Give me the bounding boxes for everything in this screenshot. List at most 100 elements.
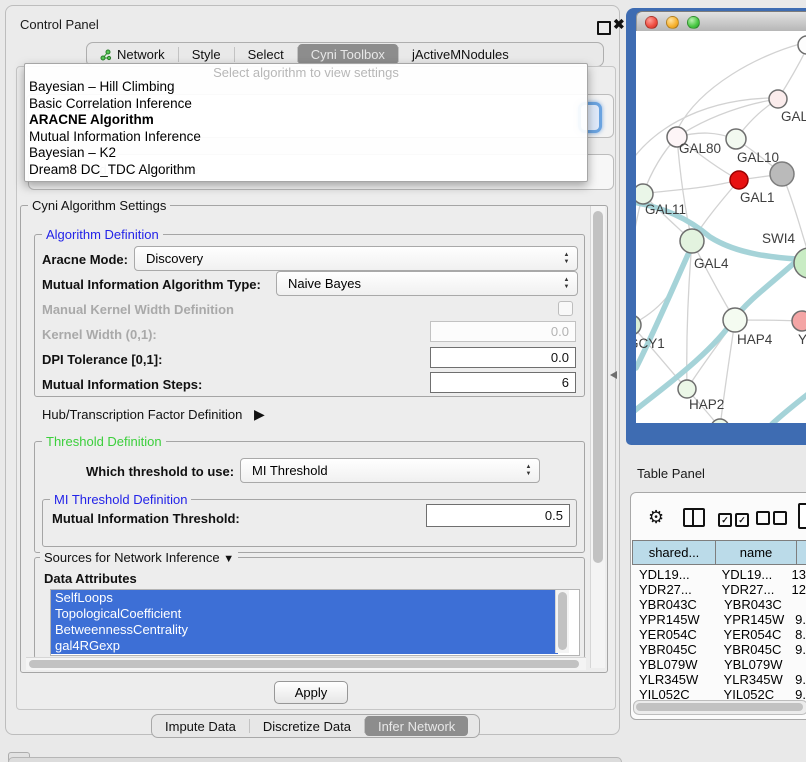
node-partial-top[interactable]	[798, 36, 806, 54]
dropdown-item[interactable]: Dream8 DC_TDC Algorithm	[25, 162, 587, 179]
select-all-columns-icon[interactable]: ✓✓	[718, 511, 752, 527]
node-hap2[interactable]	[678, 380, 696, 398]
sources-toggle[interactable]: Sources for Network Inference ▼	[40, 550, 238, 565]
mi-type-label: Mutual Information Algorithm Type:	[42, 277, 261, 292]
attribute-list-item[interactable]: BetweennessCentrality	[51, 622, 558, 638]
mi-steps-field[interactable]: 6	[430, 372, 576, 393]
table-settings-gear-icon[interactable]: ⚙	[648, 507, 664, 528]
bottom-tab-discretize-data[interactable]: Discretize Data	[250, 715, 364, 737]
spinner-arrows-icon: ▲▼	[558, 253, 577, 265]
mi-type-value: Naive Bayes	[277, 276, 558, 291]
spinner-arrows-icon: ▲▼	[520, 465, 539, 477]
attributes-vscrollbar[interactable]	[555, 590, 569, 653]
kernel-width-value: 0.0	[551, 324, 569, 339]
network-window-titlebar[interactable]	[636, 11, 806, 33]
table-hscrollbar-thumb[interactable]	[636, 703, 803, 711]
label-gcy1: GCY1	[636, 336, 665, 351]
mi-steps-value: 6	[562, 375, 569, 390]
settings-vscrollbar-thumb[interactable]	[593, 211, 603, 563]
tab-label: Style	[192, 47, 221, 62]
deselect-all-columns-icon[interactable]	[756, 511, 790, 528]
tab-label: Infer Network	[378, 719, 455, 734]
node-swi4[interactable]	[794, 248, 806, 278]
dpi-tolerance-field[interactable]: 0.0	[430, 347, 576, 368]
hub-definition-toggle[interactable]: Hub/Transcription Factor Definition ▶	[42, 406, 265, 423]
attribute-list-item[interactable]: TopologicalCoefficient	[51, 606, 558, 622]
table-body[interactable]: YDL19...YDL19...13YDR27...YDR27...12YBR0…	[632, 567, 806, 700]
dropdown-item[interactable]: Mutual Information Inference	[25, 129, 587, 146]
attribute-list-item[interactable]: SelfLoops	[51, 590, 558, 606]
table-cell: YBR045C	[632, 642, 716, 657]
dropdown-item[interactable]: Bayesian – Hill Climbing	[25, 79, 587, 96]
table-row[interactable]: YDR27...YDR27...12	[632, 582, 806, 597]
node-pink-right[interactable]	[792, 311, 806, 331]
table-row[interactable]: YBR045CYBR045C9.	[632, 642, 806, 657]
aracne-mode-label: Aracne Mode:	[42, 252, 128, 267]
node-gal1-red[interactable]	[730, 171, 748, 189]
table-cell: YBR045C	[716, 642, 792, 657]
bottom-tab-infer-network[interactable]: Infer Network	[365, 716, 468, 736]
mi-threshold-value: 0.5	[545, 508, 563, 523]
node-gray[interactable]	[770, 162, 794, 186]
tab-label: Select	[248, 47, 284, 62]
bottom-tab-bar: Impute Data Discretize Data Infer Network	[151, 714, 480, 738]
aracne-mode-select[interactable]: Discovery ▲▼	[134, 246, 578, 271]
split-columns-icon[interactable]	[683, 508, 705, 527]
kernel-width-field[interactable]: 0.0	[430, 321, 576, 342]
column-header-shared...[interactable]: shared...	[632, 540, 715, 565]
node-gal7[interactable]	[769, 90, 787, 108]
close-icon[interactable]: ✖	[613, 16, 625, 33]
data-attributes-list[interactable]: SelfLoopsTopologicalCoefficientBetweenne…	[50, 589, 580, 656]
mi-threshold-field[interactable]: 0.5	[426, 504, 570, 527]
new-table-icon[interactable]	[798, 503, 806, 529]
tab-cyni-toolbox[interactable]: Cyni Toolbox	[298, 44, 398, 65]
attribute-list-item[interactable]: gal4RGexp	[51, 638, 558, 654]
apply-button[interactable]: Apply	[274, 681, 348, 704]
network-nodes[interactable]	[636, 36, 806, 423]
node-gcy1[interactable]	[636, 315, 641, 335]
table-cell	[792, 657, 796, 672]
node-gal10[interactable]	[726, 129, 746, 149]
table-cell: YBR043C	[632, 597, 716, 612]
table-hscrollbar[interactable]	[633, 700, 806, 715]
minimize-traffic-light-icon[interactable]	[666, 16, 679, 29]
manual-kernel-checkbox[interactable]	[558, 301, 573, 316]
which-threshold-select[interactable]: MI Threshold ▲▼	[240, 458, 540, 483]
settings-hscrollbar[interactable]	[26, 657, 586, 670]
table-cell: YER054C	[632, 627, 716, 642]
settings-vscrollbar[interactable]	[590, 206, 605, 668]
tab-label: Impute Data	[165, 719, 236, 734]
algorithm-definition-title: Algorithm Definition	[42, 227, 163, 242]
network-canvas[interactable]: GAL7 GAL80 GAL10 GAL1 GAL11 SWI4 GAL4 HA…	[636, 31, 806, 423]
float-window-icon[interactable]	[597, 21, 611, 35]
node-gal4[interactable]	[680, 229, 704, 253]
zoom-traffic-light-icon[interactable]	[687, 16, 700, 29]
mi-type-select[interactable]: Naive Bayes ▲▼	[276, 271, 578, 296]
table-row[interactable]: YDL19...YDL19...13	[632, 567, 806, 582]
table-row[interactable]: YIL052CYIL052C9.	[632, 687, 806, 700]
table-cell: YER054C	[716, 627, 792, 642]
table-row[interactable]: YPR145WYPR145W9.	[632, 612, 806, 627]
column-header-name[interactable]: name	[715, 540, 796, 565]
table-row[interactable]: YLR345WYLR345W9.	[632, 672, 806, 687]
dropdown-item[interactable]: Bayesian – K2	[25, 145, 587, 162]
dropdown-item[interactable]: ARACNE Algorithm	[25, 112, 587, 129]
column-header-partial[interactable]	[796, 540, 806, 565]
node-gal11[interactable]	[636, 184, 653, 204]
table-cell: YBL079W	[716, 657, 792, 672]
table-cell: YLR345W	[716, 672, 792, 687]
table-row[interactable]: YBR043CYBR043C	[632, 597, 806, 612]
attributes-vscrollbar-thumb[interactable]	[558, 592, 567, 650]
close-traffic-light-icon[interactable]	[645, 16, 658, 29]
bottom-tab-impute-data[interactable]: Impute Data	[152, 715, 249, 737]
settings-hscrollbar-thumb[interactable]	[29, 660, 579, 668]
node-hap4[interactable]	[723, 308, 747, 332]
table-row[interactable]: YER054CYER054C8.	[632, 627, 806, 642]
table-header-row[interactable]: shared...name	[632, 540, 806, 565]
table-cell: YDR27...	[632, 582, 714, 597]
panel-resize-cursor[interactable]	[610, 371, 617, 379]
settings-group-title: Cyni Algorithm Settings	[28, 198, 170, 213]
apply-button-label: Apply	[295, 685, 328, 700]
dropdown-item[interactable]: Basic Correlation Inference	[25, 96, 587, 113]
table-row[interactable]: YBL079WYBL079W	[632, 657, 806, 672]
